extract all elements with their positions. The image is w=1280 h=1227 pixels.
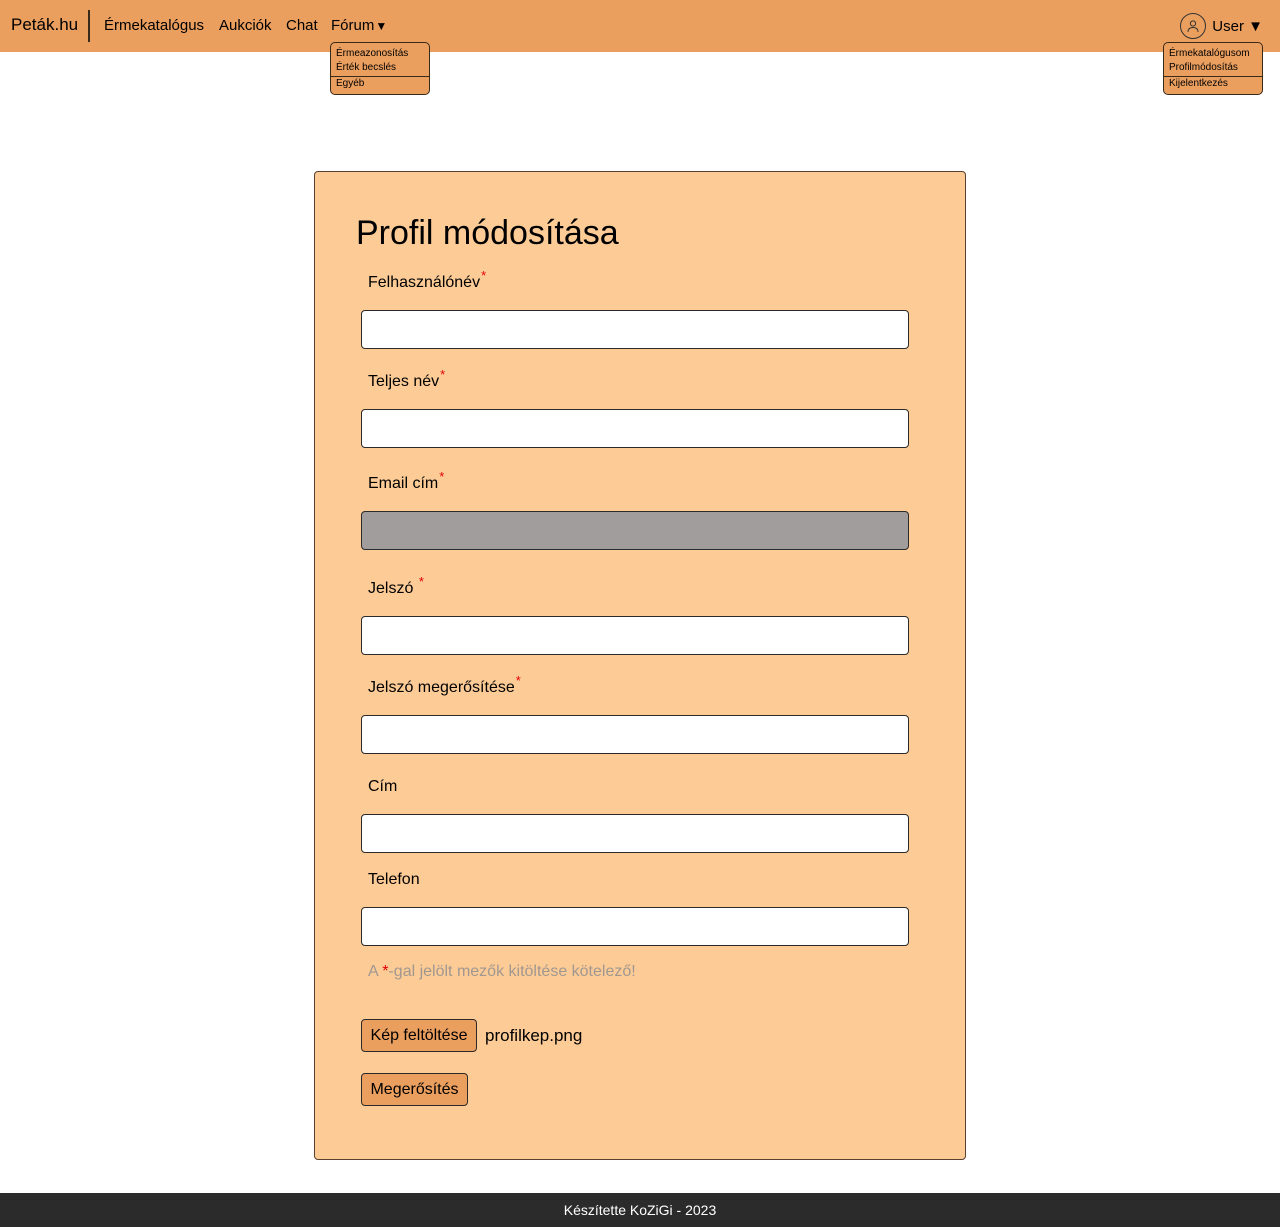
confirm-button[interactable]: Megerősítés — [361, 1073, 468, 1106]
upload-image-button[interactable]: Kép feltöltése — [361, 1019, 477, 1052]
email-input — [361, 511, 909, 550]
user-dropdown-menu: Érmekatalógusom Profilmódosítás Kijelent… — [1163, 42, 1263, 95]
nav-link-aukciok[interactable]: Aukciók — [219, 17, 272, 34]
uploaded-filename: profilkep.png — [485, 1026, 583, 1045]
username-input[interactable] — [361, 310, 909, 349]
user-avatar-icon — [1180, 13, 1207, 39]
user-label: User ▼ — [1212, 18, 1263, 35]
menu-item-ertek-becsles[interactable]: Érték becslés — [336, 62, 396, 73]
password-confirm-label: Jelszó megerősítése* — [368, 673, 521, 697]
profile-form-card: Profil módosítása Felhasználónév* Teljes… — [314, 171, 966, 1160]
user-menu-toggle[interactable]: User ▼ — [1180, 13, 1263, 39]
nav-link-ermekatalogus[interactable]: Érmekatalógus — [104, 17, 204, 34]
username-label-text: Felhasználónév — [368, 274, 481, 291]
password-label-text: Jelszó — [368, 580, 414, 597]
note-suffix: -gal jelölt mezők kitöltése kötelező! — [388, 963, 636, 980]
password-label: Jelszó * — [368, 574, 424, 598]
brand-divider — [88, 10, 90, 42]
required-marker: * — [440, 367, 446, 382]
menu-divider — [331, 76, 429, 77]
fullname-label-text: Teljes név — [368, 373, 440, 390]
menu-item-ermeazonositas[interactable]: Érmeazonosítás — [336, 48, 408, 59]
password-confirm-label-text: Jelszó megerősítése — [368, 679, 515, 696]
username-label: Felhasználónév* — [368, 268, 486, 292]
menu-item-profilmodositas[interactable]: Profilmódosítás — [1169, 62, 1238, 73]
address-input[interactable] — [361, 814, 909, 853]
chevron-down-icon: ▼ — [375, 19, 388, 33]
fullname-label: Teljes név* — [368, 367, 445, 391]
menu-item-egyeb[interactable]: Egyéb — [336, 78, 364, 89]
required-marker: * — [439, 469, 445, 484]
password-confirm-input[interactable] — [361, 715, 909, 754]
required-marker: * — [515, 673, 521, 688]
menu-item-ermekatalogusom[interactable]: Érmekatalógusom — [1169, 48, 1250, 59]
page-title: Profil módosítása — [356, 214, 619, 252]
brand-logo[interactable]: Peták.hu — [11, 15, 78, 35]
phone-label: Telefon — [368, 871, 420, 888]
footer: Készítette KoZiGi - 2023 — [0, 1193, 1280, 1227]
phone-input[interactable] — [361, 907, 909, 946]
note-prefix: A — [368, 963, 383, 980]
required-marker: * — [418, 574, 424, 589]
chevron-down-icon: ▼ — [1248, 17, 1263, 35]
password-input[interactable] — [361, 616, 909, 655]
forum-dropdown-menu: Érmeazonosítás Érték becslés Egyéb — [330, 42, 430, 95]
menu-item-kijelentkezes[interactable]: Kijelentkezés — [1169, 78, 1228, 89]
required-fields-note: A *-gal jelölt mezők kitöltése kötelező! — [368, 963, 636, 981]
email-label: Email cím* — [368, 469, 444, 493]
nav-link-chat[interactable]: Chat — [286, 17, 318, 34]
email-label-text: Email cím — [368, 475, 439, 492]
fullname-input[interactable] — [361, 409, 909, 448]
footer-text: Készítette KoZiGi - 2023 — [563, 1202, 717, 1218]
nav-link-forum[interactable]: Fórum▼ — [331, 17, 387, 34]
user-name: User — [1212, 17, 1244, 35]
navbar: Peták.hu Érmekatalógus Aukciók Chat Fóru… — [0, 0, 1280, 52]
nav-link-forum-label: Fórum — [331, 17, 375, 34]
address-label: Cím — [368, 778, 398, 795]
menu-divider — [1164, 76, 1262, 77]
required-marker: * — [481, 268, 487, 283]
